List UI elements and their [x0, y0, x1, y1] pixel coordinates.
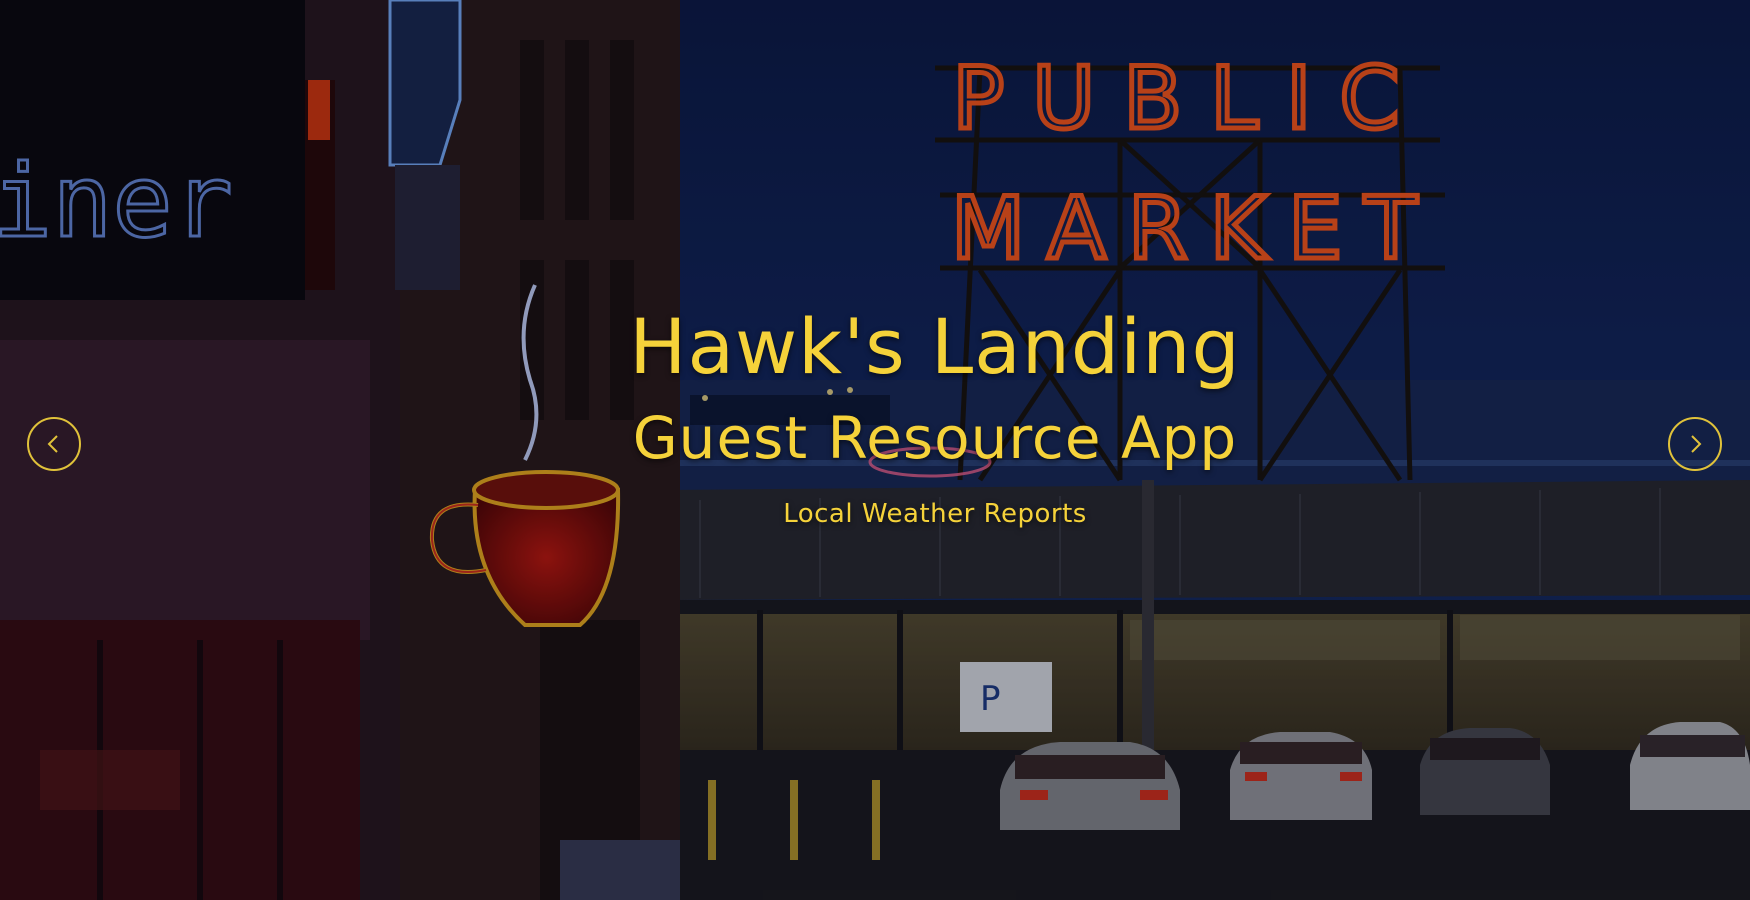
chevron-right-icon — [1691, 435, 1702, 453]
chevron-left-icon — [47, 435, 58, 453]
hero-title: Hawk's Landing — [629, 302, 1241, 391]
carousel-prev-button[interactable] — [27, 417, 81, 471]
hero-tagline: Local Weather Reports — [783, 499, 1087, 529]
hero-caption: Hawk's Landing Guest Resource App Local … — [0, 300, 1750, 534]
hero-subtitle: Guest Resource App — [632, 404, 1238, 472]
hero-carousel: PUBLIC MARKET P iner Hawk's Landing Gues… — [0, 0, 1750, 900]
carousel-next-button[interactable] — [1668, 417, 1722, 471]
